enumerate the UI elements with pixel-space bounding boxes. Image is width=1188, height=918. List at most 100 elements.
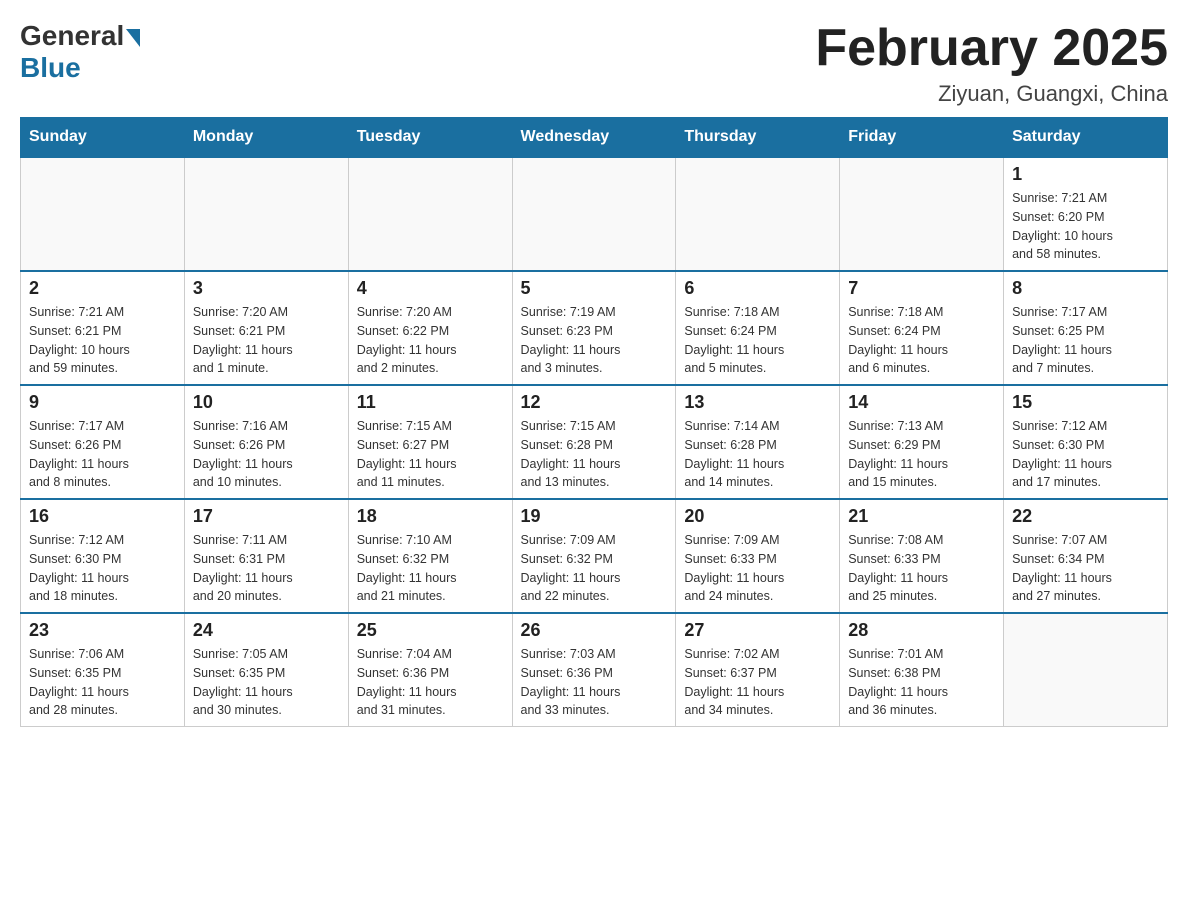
title-block: February 2025 Ziyuan, Guangxi, China: [815, 20, 1168, 107]
day-info: Sunrise: 7:14 AMSunset: 6:28 PMDaylight:…: [684, 417, 831, 492]
week-row-2: 2 Sunrise: 7:21 AMSunset: 6:21 PMDaylight…: [21, 271, 1168, 385]
day-info: Sunrise: 7:09 AMSunset: 6:32 PMDaylight:…: [521, 531, 668, 606]
calendar-cell: 8Sunrise: 7:17 AMSunset: 6:25 PMDaylight…: [1004, 271, 1168, 385]
day-info: Sunrise: 7:08 AMSunset: 6:33 PMDaylight:…: [848, 531, 995, 606]
calendar-cell: 17Sunrise: 7:11 AMSunset: 6:31 PMDayligh…: [184, 499, 348, 613]
calendar-cell: 14 Sunrise: 7:13 AMSunset: 6:29 PMDayligh…: [840, 385, 1004, 499]
day-info: Sunrise: 7:19 AMSunset: 6:23 PMDaylight:…: [521, 303, 668, 378]
day-number: 23: [29, 620, 176, 641]
day-number: 5: [521, 278, 668, 299]
day-info: Sunrise: 7:10 AMSunset: 6:32 PMDaylight:…: [357, 531, 504, 606]
calendar-cell: 25 Sunrise: 7:04 AMSunset: 6:36 PMDayligh…: [348, 613, 512, 727]
day-info: Sunrise: 7:17 AMSunset: 6:26 PMDaylight:…: [29, 417, 176, 492]
day-number: 21: [848, 506, 995, 527]
calendar-cell: 6Sunrise: 7:18 AMSunset: 6:24 PMDaylight…: [676, 271, 840, 385]
day-info: Sunrise: 7:07 AMSunset: 6:34 PMDaylight:…: [1012, 531, 1159, 606]
day-number: 28: [848, 620, 995, 641]
day-header-saturday: Saturday: [1004, 118, 1168, 158]
calendar-cell: 22 Sunrise: 7:07 AMSunset: 6:34 PMDayligh…: [1004, 499, 1168, 613]
day-number: 2: [29, 278, 176, 299]
day-info: Sunrise: 7:04 AMSunset: 6:36 PMDaylight:…: [357, 645, 504, 720]
week-row-4: 16 Sunrise: 7:12 AMSunset: 6:30 PMDayligh…: [21, 499, 1168, 613]
logo-general-text: General: [20, 20, 124, 52]
day-info: Sunrise: 7:06 AMSunset: 6:35 PMDaylight:…: [29, 645, 176, 720]
day-info: Sunrise: 7:18 AMSunset: 6:24 PMDaylight:…: [848, 303, 995, 378]
calendar-cell: 23 Sunrise: 7:06 AMSunset: 6:35 PMDayligh…: [21, 613, 185, 727]
week-row-5: 23 Sunrise: 7:06 AMSunset: 6:35 PMDayligh…: [21, 613, 1168, 727]
day-number: 17: [193, 506, 340, 527]
calendar-cell: [348, 157, 512, 271]
day-number: 9: [29, 392, 176, 413]
day-header-friday: Friday: [840, 118, 1004, 158]
calendar-cell: 21 Sunrise: 7:08 AMSunset: 6:33 PMDayligh…: [840, 499, 1004, 613]
calendar-cell: 1 Sunrise: 7:21 AMSunset: 6:20 PMDaylight…: [1004, 157, 1168, 271]
day-number: 4: [357, 278, 504, 299]
day-number: 20: [684, 506, 831, 527]
day-info: Sunrise: 7:01 AMSunset: 6:38 PMDaylight:…: [848, 645, 995, 720]
week-row-1: 1 Sunrise: 7:21 AMSunset: 6:20 PMDaylight…: [21, 157, 1168, 271]
calendar-cell: 16 Sunrise: 7:12 AMSunset: 6:30 PMDayligh…: [21, 499, 185, 613]
calendar-cell: 9 Sunrise: 7:17 AMSunset: 6:26 PMDaylight…: [21, 385, 185, 499]
day-number: 1: [1012, 164, 1159, 185]
day-number: 8: [1012, 278, 1159, 299]
day-number: 18: [357, 506, 504, 527]
day-header-monday: Monday: [184, 118, 348, 158]
logo-arrow-icon: [126, 29, 140, 47]
day-header-thursday: Thursday: [676, 118, 840, 158]
day-header-tuesday: Tuesday: [348, 118, 512, 158]
calendar-cell: 11 Sunrise: 7:15 AMSunset: 6:27 PMDayligh…: [348, 385, 512, 499]
calendar-title: February 2025: [815, 20, 1168, 77]
day-number: 27: [684, 620, 831, 641]
day-info: Sunrise: 7:20 AMSunset: 6:22 PMDaylight:…: [357, 303, 504, 378]
day-info: Sunrise: 7:15 AMSunset: 6:27 PMDaylight:…: [357, 417, 504, 492]
day-info: Sunrise: 7:02 AMSunset: 6:37 PMDaylight:…: [684, 645, 831, 720]
day-number: 15: [1012, 392, 1159, 413]
calendar-cell: 15 Sunrise: 7:12 AMSunset: 6:30 PMDayligh…: [1004, 385, 1168, 499]
day-number: 10: [193, 392, 340, 413]
day-number: 13: [684, 392, 831, 413]
calendar-cell: 28 Sunrise: 7:01 AMSunset: 6:38 PMDayligh…: [840, 613, 1004, 727]
calendar-cell: [21, 157, 185, 271]
day-info: Sunrise: 7:05 AMSunset: 6:35 PMDaylight:…: [193, 645, 340, 720]
day-number: 11: [357, 392, 504, 413]
day-info: Sunrise: 7:03 AMSunset: 6:36 PMDaylight:…: [521, 645, 668, 720]
calendar-cell: [1004, 613, 1168, 727]
calendar-cell: [512, 157, 676, 271]
calendar-cell: 3 Sunrise: 7:20 AMSunset: 6:21 PMDaylight…: [184, 271, 348, 385]
calendar-cell: 24Sunrise: 7:05 AMSunset: 6:35 PMDayligh…: [184, 613, 348, 727]
day-number: 25: [357, 620, 504, 641]
day-info: Sunrise: 7:20 AMSunset: 6:21 PMDaylight:…: [193, 303, 340, 378]
day-info: Sunrise: 7:21 AMSunset: 6:21 PMDaylight:…: [29, 303, 176, 378]
calendar-cell: 19Sunrise: 7:09 AMSunset: 6:32 PMDayligh…: [512, 499, 676, 613]
day-number: 3: [193, 278, 340, 299]
calendar-cell: 7 Sunrise: 7:18 AMSunset: 6:24 PMDaylight…: [840, 271, 1004, 385]
calendar-cell: 2 Sunrise: 7:21 AMSunset: 6:21 PMDaylight…: [21, 271, 185, 385]
page-header: General Blue February 2025 Ziyuan, Guang…: [20, 20, 1168, 107]
day-info: Sunrise: 7:09 AMSunset: 6:33 PMDaylight:…: [684, 531, 831, 606]
calendar-subtitle: Ziyuan, Guangxi, China: [815, 81, 1168, 107]
day-info: Sunrise: 7:12 AMSunset: 6:30 PMDaylight:…: [29, 531, 176, 606]
calendar-cell: [676, 157, 840, 271]
day-number: 22: [1012, 506, 1159, 527]
day-info: Sunrise: 7:15 AMSunset: 6:28 PMDaylight:…: [521, 417, 668, 492]
calendar-cell: 13 Sunrise: 7:14 AMSunset: 6:28 PMDayligh…: [676, 385, 840, 499]
day-number: 14: [848, 392, 995, 413]
calendar-cell: 27 Sunrise: 7:02 AMSunset: 6:37 PMDayligh…: [676, 613, 840, 727]
day-info: Sunrise: 7:13 AMSunset: 6:29 PMDaylight:…: [848, 417, 995, 492]
day-number: 16: [29, 506, 176, 527]
calendar-cell: 20 Sunrise: 7:09 AMSunset: 6:33 PMDayligh…: [676, 499, 840, 613]
day-info: Sunrise: 7:21 AMSunset: 6:20 PMDaylight:…: [1012, 189, 1159, 264]
day-info: Sunrise: 7:18 AMSunset: 6:24 PMDaylight:…: [684, 303, 831, 378]
calendar-cell: [840, 157, 1004, 271]
calendar-cell: 10 Sunrise: 7:16 AMSunset: 6:26 PMDayligh…: [184, 385, 348, 499]
calendar-cell: 18 Sunrise: 7:10 AMSunset: 6:32 PMDayligh…: [348, 499, 512, 613]
day-header-sunday: Sunday: [21, 118, 185, 158]
day-number: 7: [848, 278, 995, 299]
calendar-cell: 4 Sunrise: 7:20 AMSunset: 6:22 PMDaylight…: [348, 271, 512, 385]
day-info: Sunrise: 7:12 AMSunset: 6:30 PMDaylight:…: [1012, 417, 1159, 492]
calendar-cell: 5 Sunrise: 7:19 AMSunset: 6:23 PMDaylight…: [512, 271, 676, 385]
day-info: Sunrise: 7:16 AMSunset: 6:26 PMDaylight:…: [193, 417, 340, 492]
day-number: 26: [521, 620, 668, 641]
week-row-3: 9 Sunrise: 7:17 AMSunset: 6:26 PMDaylight…: [21, 385, 1168, 499]
calendar-table: SundayMondayTuesdayWednesdayThursdayFrid…: [20, 117, 1168, 727]
